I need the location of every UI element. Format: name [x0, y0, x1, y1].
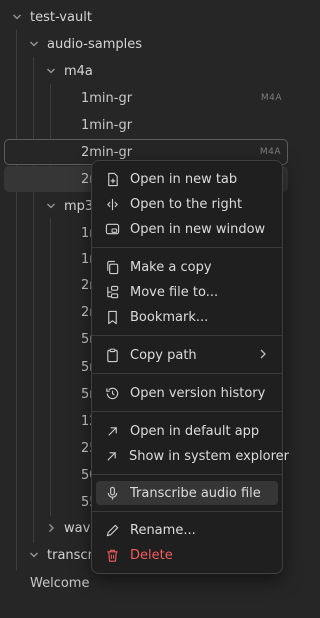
microphone-icon — [104, 485, 120, 501]
menu-label: Rename... — [130, 522, 196, 538]
menu-transcribe-audio[interactable]: Transcribe audio file — [96, 481, 278, 505]
menu-label: Open in new window — [130, 221, 266, 237]
file-label: 1min-gr — [81, 90, 133, 106]
trash-icon — [104, 547, 120, 563]
file-extension-badge: M4A — [260, 93, 282, 103]
menu-separator — [92, 474, 282, 475]
menu-delete[interactable]: Delete — [96, 543, 278, 567]
context-menu: Open in new tab Open to the right Open i… — [91, 160, 289, 574]
folder-label: test-vault — [30, 9, 92, 25]
menu-separator — [92, 373, 282, 374]
menu-rename[interactable]: Rename... — [96, 518, 278, 542]
menu-copy-path[interactable]: Copy path — [96, 343, 278, 367]
chevron-down-icon — [27, 548, 41, 562]
folder-label: audio-samples — [47, 36, 142, 52]
menu-open-right[interactable]: Open to the right — [96, 192, 278, 216]
new-window-icon — [104, 221, 120, 237]
file-item[interactable]: 1min-gr M4A — [4, 85, 288, 111]
menu-label: Open in new tab — [130, 171, 238, 187]
menu-open-new-tab[interactable]: Open in new tab — [96, 167, 278, 191]
menu-label: Make a copy — [130, 259, 212, 275]
clipboard-icon — [104, 347, 120, 363]
menu-separator — [92, 511, 282, 512]
menu-open-default-app[interactable]: Open in default app — [96, 419, 278, 443]
chevron-down-icon — [44, 199, 58, 213]
menu-label: Copy path — [130, 347, 197, 363]
chevron-right-icon — [258, 348, 268, 364]
menu-label: Show in system explorer — [129, 448, 290, 464]
menu-label: Move file to... — [130, 284, 219, 300]
chevron-right-icon — [44, 521, 58, 535]
menu-version-history[interactable]: Open version history — [96, 381, 278, 405]
folder-label: m4a — [64, 63, 93, 79]
folder-test-vault[interactable]: test-vault — [4, 4, 288, 30]
file-label: 2min-gr — [81, 144, 133, 160]
external-link-icon — [104, 448, 119, 464]
copy-icon — [104, 259, 120, 275]
chevron-down-icon — [27, 37, 41, 51]
menu-bookmark[interactable]: Bookmark... — [96, 305, 278, 329]
menu-label: Open to the right — [130, 196, 243, 212]
menu-label: Transcribe audio file — [130, 485, 261, 501]
history-icon — [104, 385, 120, 401]
menu-separator — [92, 411, 282, 412]
split-right-icon — [104, 196, 120, 212]
chevron-down-icon — [10, 10, 24, 24]
menu-move-file[interactable]: Move file to... — [96, 280, 278, 304]
menu-make-copy[interactable]: Make a copy — [96, 255, 278, 279]
menu-label: Bookmark... — [130, 309, 209, 325]
menu-show-in-explorer[interactable]: Show in system explorer — [96, 444, 289, 468]
bookmark-icon — [104, 309, 120, 325]
menu-label: Open in default app — [130, 423, 260, 439]
folder-label: mp3 — [64, 198, 94, 214]
external-link-icon — [104, 423, 120, 439]
pencil-icon — [104, 522, 120, 538]
menu-open-new-window[interactable]: Open in new window — [96, 217, 278, 241]
chevron-down-icon — [44, 64, 58, 78]
menu-label: Open version history — [130, 385, 266, 401]
new-tab-icon — [104, 171, 120, 187]
file-item[interactable]: 1min-gr — [4, 112, 288, 138]
move-file-icon — [104, 284, 120, 300]
file-label: 1min-gr — [81, 117, 133, 133]
menu-separator — [92, 247, 282, 248]
folder-audio-samples[interactable]: audio-samples — [4, 31, 288, 57]
folder-label: wav — [64, 520, 91, 536]
menu-separator — [92, 335, 282, 336]
file-label: Welcome — [30, 575, 90, 591]
folder-m4a[interactable]: m4a — [4, 58, 288, 84]
menu-label: Delete — [130, 547, 173, 563]
file-extension-badge: M4A — [259, 147, 281, 157]
